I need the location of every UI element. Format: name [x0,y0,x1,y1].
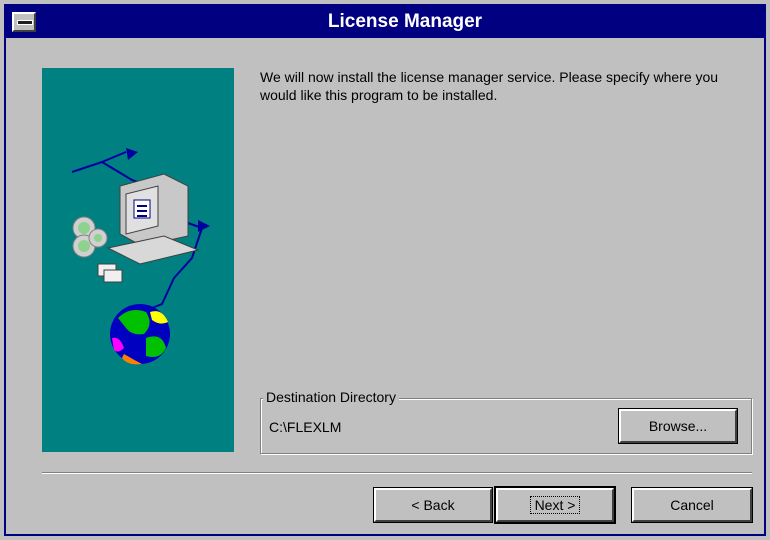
separator [42,472,752,474]
destination-directory-group: Destination Directory C:\FLEXLM Browse..… [260,389,752,454]
cancel-button[interactable]: Cancel [631,487,753,523]
browse-button[interactable]: Browse... [618,408,738,444]
next-button[interactable]: Next > [494,486,616,524]
destination-path: C:\FLEXLM [269,419,342,435]
system-menu-icon[interactable] [12,12,36,32]
destination-directory-label: Destination Directory [263,389,399,405]
install-message: We will now install the license manager … [260,69,719,103]
next-button-label: Next > [529,496,581,514]
back-button[interactable]: < Back [373,487,493,523]
setup-illustration [42,68,234,452]
title-bar: License Manager [6,6,764,38]
license-manager-window: License Manager We will now install the … [4,4,766,536]
window-title: License Manager [327,11,483,32]
